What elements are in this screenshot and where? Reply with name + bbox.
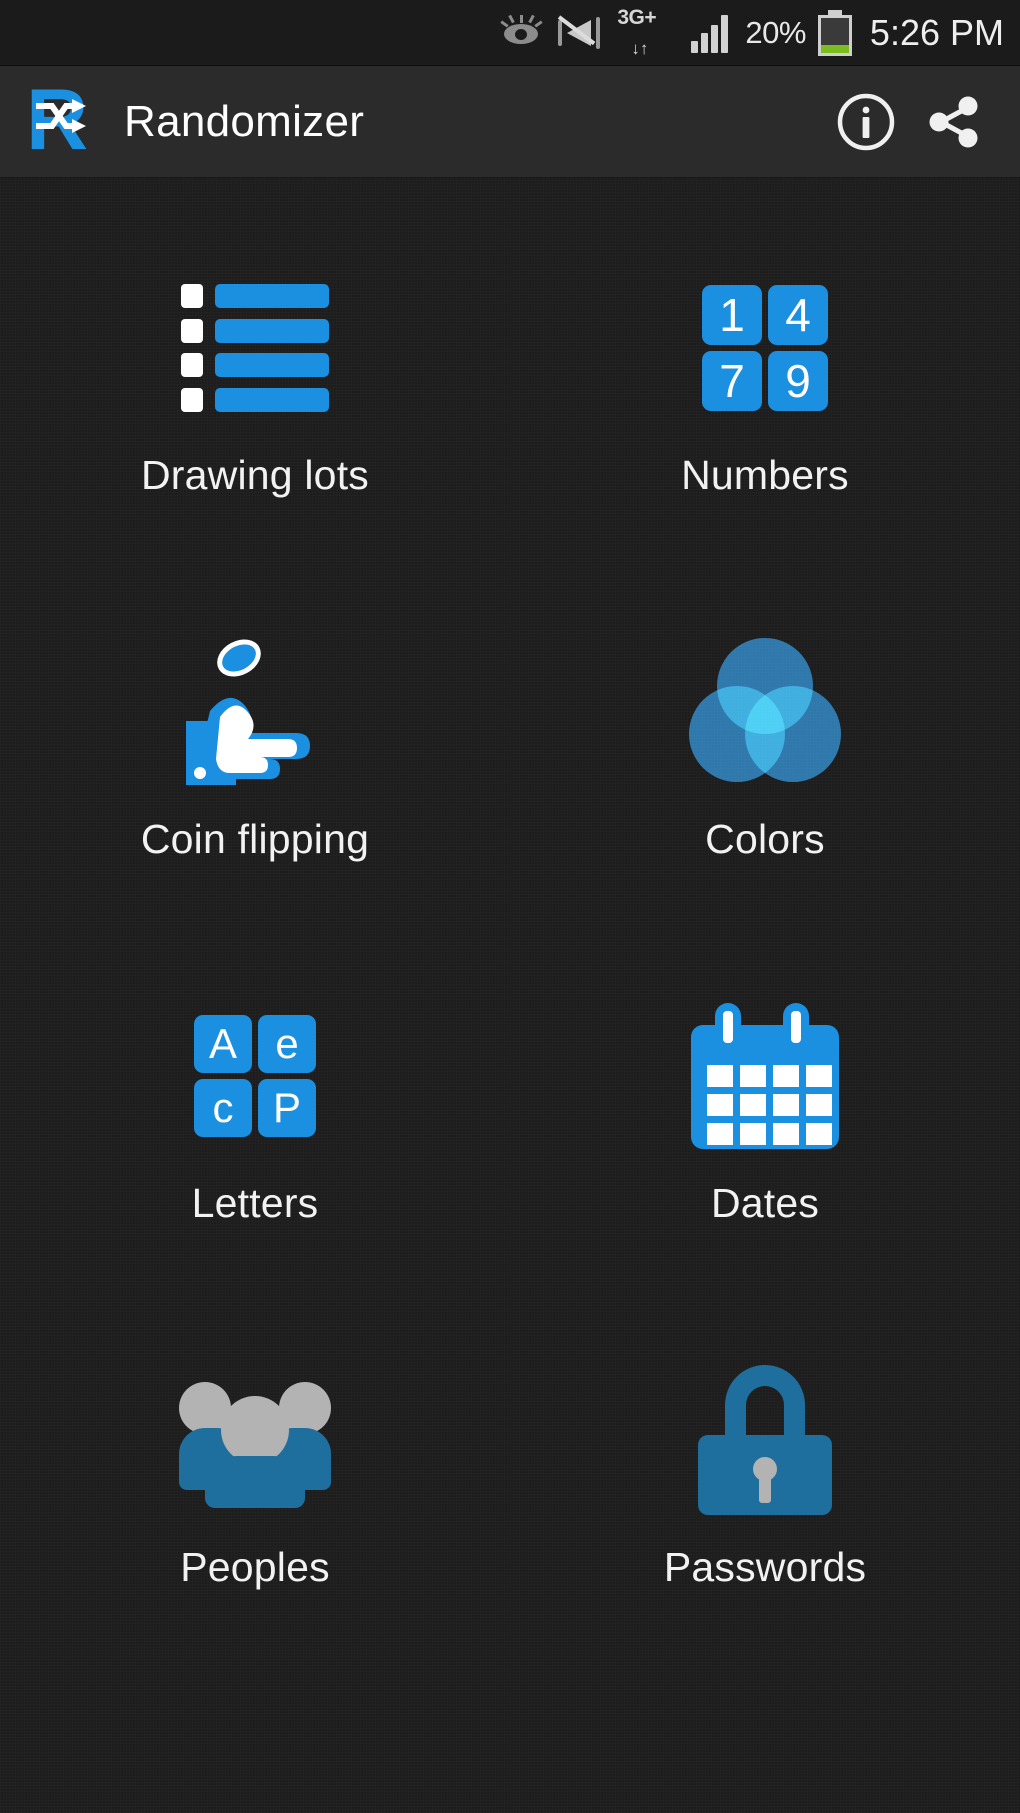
grid-item-passwords[interactable]: Passwords	[510, 1328, 1020, 1692]
randomizer-grid: Drawing lots 1 4 7 9 Numbers Coin flippi…	[0, 236, 1020, 1692]
coin-icon	[210, 632, 268, 684]
battery-percent-label: 20%	[745, 14, 806, 50]
app-brand[interactable]: R Randomizer	[26, 77, 822, 163]
lock-icon	[675, 1350, 855, 1530]
letter-tile: e	[258, 1015, 316, 1073]
grid-item-label: Letters	[191, 1180, 319, 1226]
share-button[interactable]	[910, 78, 998, 166]
grid-item-numbers[interactable]: 1 4 7 9 Numbers	[510, 236, 1020, 600]
action-bar: R Randomizer	[0, 66, 1020, 178]
mute-vibrate-icon	[555, 12, 605, 54]
network-label: 3G+	[617, 5, 657, 29]
grid-item-label: Drawing lots	[141, 452, 369, 498]
grid-item-label: Dates	[710, 1180, 820, 1226]
number-tile: 1	[702, 285, 762, 345]
grid-item-colors[interactable]: Colors	[510, 600, 1020, 964]
signal-bars-icon	[691, 13, 733, 53]
smart-stay-eye-icon	[499, 13, 544, 53]
grid-item-label: Peoples	[180, 1544, 330, 1590]
grid-item-label: Passwords	[663, 1544, 867, 1590]
grid-item-label: Numbers	[681, 452, 849, 498]
hand-flipping-coin-icon	[165, 622, 345, 802]
color-circles-icon	[675, 622, 855, 802]
letter-tile: A	[194, 1015, 252, 1073]
letters-tiles-icon: A e c P	[165, 986, 345, 1166]
info-icon	[837, 93, 895, 150]
list-icon	[165, 258, 345, 438]
grid-item-label: Coin flipping	[140, 816, 370, 862]
letter-tile: c	[194, 1079, 252, 1137]
grid-item-coin-flipping[interactable]: Coin flipping	[0, 600, 510, 964]
app-title: Randomizer	[124, 96, 365, 146]
app-logo: R	[26, 77, 102, 163]
people-group-icon	[165, 1350, 345, 1530]
numbers-tiles-icon: 1 4 7 9	[675, 258, 855, 438]
number-tile: 9	[768, 351, 828, 411]
data-transfer-arrows: ↓↑	[631, 38, 649, 58]
number-tile: 7	[702, 351, 762, 411]
status-bar-clock: 5:26 PM	[869, 11, 1004, 53]
grid-item-label: Colors	[705, 816, 825, 862]
letter-tile: P	[258, 1079, 316, 1137]
info-button[interactable]	[822, 78, 910, 166]
grid-item-letters[interactable]: A e c P Letters	[0, 964, 510, 1328]
network-3g-plus-icon: 3G+ ↓↑	[617, 5, 679, 58]
grid-item-drawing-lots[interactable]: Drawing lots	[0, 236, 510, 600]
grid-item-dates[interactable]: Dates	[510, 964, 1020, 1328]
battery-icon	[817, 9, 852, 56]
status-bar[interactable]: 3G+ ↓↑ 20% 5:26 PM	[0, 0, 1020, 66]
share-icon	[929, 96, 978, 147]
main-content: Drawing lots 1 4 7 9 Numbers Coin flippi…	[0, 178, 1020, 1813]
number-tile: 4	[768, 285, 828, 345]
calendar-icon	[675, 986, 855, 1166]
shuffle-icon	[36, 98, 86, 133]
grid-item-peoples[interactable]: Peoples	[0, 1328, 510, 1692]
